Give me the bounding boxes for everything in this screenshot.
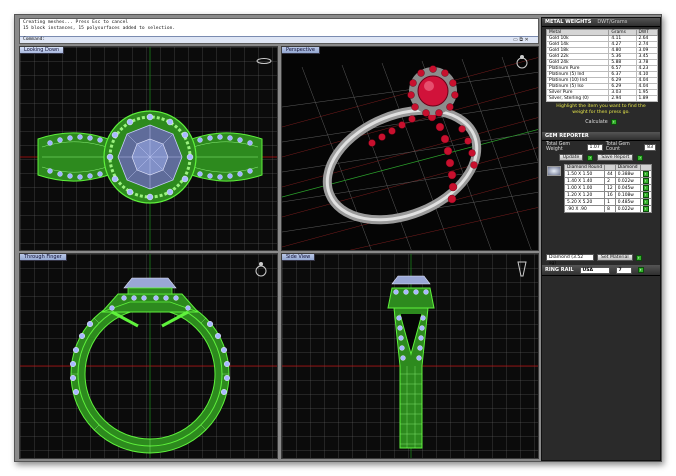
total-weight-value: 1.07 xyxy=(586,143,603,151)
material-row: Diamond (3.52 sg) Set Material › xyxy=(542,253,660,266)
ring-rail-label: RING RAIL xyxy=(545,266,574,273)
metal-row[interactable]: Silver, Sterling (0) 2.94 1.89 xyxy=(545,95,659,102)
calculate-button[interactable]: › xyxy=(610,119,617,125)
window-controls[interactable]: ▭ ⧉ ✕ xyxy=(513,37,529,43)
metal-weights-table: Metal Grams DWT Gold 10k 4.11 2.64 Gold 14k… xyxy=(545,29,659,102)
metal-weights-hint: Highlight the item you want to find the … xyxy=(556,104,646,115)
gem-weight: 0.045w xyxy=(614,184,641,192)
looking-down-canvas xyxy=(20,47,277,250)
gem-actions-row: Update › Save Report › xyxy=(542,153,660,162)
diamond-thumbnail-icon xyxy=(547,166,561,176)
rhino-window: Creating meshes... Press Esc to cancel 1… xyxy=(14,14,662,462)
ring-size-select[interactable]: 7 xyxy=(615,266,632,274)
gem-row-go-icon[interactable]: › xyxy=(642,178,649,184)
gem-row: 1.40 X 1.40 2 0.022w › xyxy=(563,177,652,185)
set-material-go-icon[interactable]: › xyxy=(635,254,642,261)
gem-row: 1.20 X 1.20 16 0.108w › xyxy=(563,191,652,199)
set-material-button[interactable]: Set Material xyxy=(597,254,633,261)
gem-count: 8 xyxy=(604,205,616,213)
gem-count: 16 xyxy=(604,191,616,199)
gem-row-go-icon[interactable]: › xyxy=(642,185,649,191)
update-button[interactable]: Update xyxy=(558,154,584,161)
gem-row-go: › xyxy=(639,198,652,206)
gem-row-go-icon[interactable]: › xyxy=(642,171,649,177)
gem-count: 1 xyxy=(604,198,616,206)
gem-count: 12 xyxy=(604,184,616,192)
metal-weights-header: METAL WEIGHTS DWT/Grams xyxy=(542,18,660,27)
total-weight-label: Total Gem Weight xyxy=(546,142,571,152)
material-select[interactable]: Diamond (3.52 sg) xyxy=(546,254,594,266)
gem-col-shape: Diamond Round xyxy=(563,164,606,171)
viewport-title-side-view[interactable]: Side View xyxy=(282,254,316,261)
update-go-icon[interactable]: › xyxy=(587,154,594,161)
gem-count: 44 xyxy=(604,170,616,178)
total-count-label: Total Gem Count xyxy=(605,142,630,152)
command-line-2: 15 block instances, 15 polysurfaces adde… xyxy=(23,26,176,31)
calculate-label: Calculate xyxy=(585,119,608,125)
gem-weight: 0.388w xyxy=(614,170,641,178)
gem-weight: 0.108w xyxy=(614,191,641,199)
gem-col-stone: Diamond xyxy=(614,164,641,171)
ring-rail-header: RING RAIL USA 7 › xyxy=(542,265,660,276)
side-view-canvas xyxy=(282,254,538,458)
command-prompt-label: Command: xyxy=(23,37,46,42)
gem-reporter-title: GEM REPORTER xyxy=(545,133,589,139)
gem-row: 1.50 X 1.50 44 0.388w › xyxy=(563,170,652,178)
ring-rail-go-icon[interactable]: › xyxy=(637,267,644,273)
gem-size: 5.20 X 5.20 xyxy=(563,198,606,206)
through-finger-canvas xyxy=(20,254,277,458)
gem-weight: 0.485w xyxy=(614,198,641,206)
gem-size: .90 X .90 xyxy=(563,205,606,213)
viewport-through-finger[interactable]: Through Finger xyxy=(19,253,278,459)
viewport-title-looking-down[interactable]: Looking Down xyxy=(20,47,65,54)
gem-totals-row: Total Gem Weight 1.07 Total Gem Count 83 xyxy=(542,141,660,153)
gem-row-go: › xyxy=(639,170,652,178)
gem-size: 1.00 X 1.00 xyxy=(563,184,606,192)
metal-name: Silver, Sterling (0) xyxy=(545,95,610,102)
gem-size: 1.20 X 1.20 xyxy=(563,191,606,199)
metal-weights-title: METAL WEIGHTS xyxy=(545,19,592,25)
gem-weight: 0.022w xyxy=(614,205,641,213)
command-prompt[interactable]: Command: xyxy=(20,36,538,43)
total-count-value: 83 xyxy=(644,143,656,151)
viewport-title-through-finger[interactable]: Through Finger xyxy=(20,254,67,261)
metal-weights-subtitle: DWT/Grams xyxy=(597,19,628,25)
save-report-go-icon[interactable]: › xyxy=(637,154,644,161)
gem-size: 1.40 X 1.40 xyxy=(563,177,606,185)
command-history: Creating meshes... Press Esc to cancel 1… xyxy=(19,18,539,44)
viewport-side-view[interactable]: Side View xyxy=(281,253,539,459)
gem-row: 1.00 X 1.00 12 0.045w › xyxy=(563,184,652,192)
gem-row: .90 X .90 8 0.022w › xyxy=(563,205,652,213)
gem-row-go: › xyxy=(639,191,652,199)
gem-row-go-icon[interactable]: › xyxy=(642,192,649,198)
gem-row-go: › xyxy=(639,177,652,185)
ring-country-select[interactable]: USA xyxy=(579,266,610,274)
gem-reporter-header: GEM REPORTER xyxy=(542,132,660,141)
gem-weight: 0.022w xyxy=(614,177,641,185)
perspective-canvas xyxy=(282,47,538,250)
gem-row-go-icon[interactable]: › xyxy=(642,206,649,212)
gem-table: Diamond Round Diamond 1.50 X 1.50 44 0.388… xyxy=(563,164,652,213)
gem-count: 2 xyxy=(604,177,616,185)
gem-row-go: › xyxy=(639,184,652,192)
viewport-looking-down[interactable]: Looking Down xyxy=(19,46,278,251)
calculate-row: Calculate › xyxy=(542,118,660,126)
gem-row-go: › xyxy=(639,205,652,213)
viewport-title-perspective[interactable]: Perspective xyxy=(282,47,320,54)
metal-dwt: 1.89 xyxy=(635,95,659,102)
viewport-perspective[interactable]: Perspective xyxy=(281,46,539,251)
plugin-panel: METAL WEIGHTS DWT/Grams Metal Grams DWT … xyxy=(541,17,661,461)
gem-table-wrap: Diamond Round Diamond 1.50 X 1.50 44 0.388… xyxy=(542,164,660,213)
gem-row-go-icon[interactable]: › xyxy=(642,199,649,205)
metal-grams: 2.94 xyxy=(608,95,637,102)
gem-row: 5.20 X 5.20 1 0.485w › xyxy=(563,198,652,206)
gem-size: 1.50 X 1.50 xyxy=(563,170,606,178)
save-report-button[interactable]: Save Report xyxy=(597,154,634,161)
